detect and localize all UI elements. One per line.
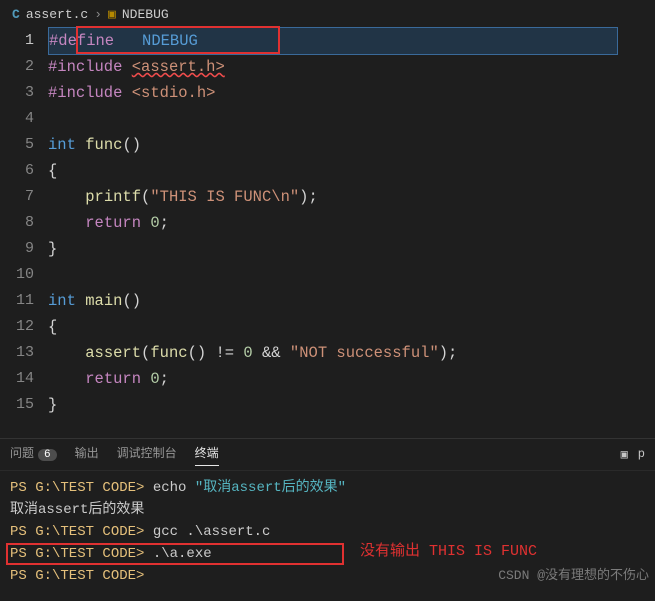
breadcrumb-symbol[interactable]: NDEBUG [122, 7, 169, 22]
code-line: { [48, 314, 655, 340]
chevron-right-icon: › [94, 7, 102, 22]
code-line: } [48, 236, 655, 262]
panel-tabs: 问题6 输出 调试控制台 终端 ▣ p [0, 439, 655, 471]
code-line: #define NDEBUG [48, 27, 618, 55]
watermark: CSDN @没有理想的不伤心 [498, 565, 649, 587]
line-gutter: 1 2 3 4 5 6 7 8 9 10 11 12 13 14 15 [0, 28, 48, 418]
tab-output[interactable]: 输出 [75, 444, 99, 465]
breadcrumb[interactable]: C assert.c › ▣ NDEBUG [0, 0, 655, 28]
tab-terminal[interactable]: 终端 [195, 444, 219, 466]
code-line: return 0; [48, 210, 655, 236]
code-line: } [48, 392, 655, 418]
code-line: int main() [48, 288, 655, 314]
terminal[interactable]: PS G:\TEST CODE> echo "取消assert后的效果" 取消a… [0, 471, 655, 589]
problems-badge: 6 [38, 449, 57, 461]
terminal-label: p [638, 447, 645, 462]
breadcrumb-file[interactable]: assert.c [26, 7, 88, 22]
code-line [48, 262, 655, 288]
code-line: return 0; [48, 366, 655, 392]
terminal-line: PS G:\TEST CODE> gcc .\assert.c [10, 521, 645, 543]
terminal-select-icon[interactable]: ▣ [621, 447, 628, 462]
annotation-text: 没有输出 THIS IS FUNC [360, 541, 537, 563]
bottom-panel: 问题6 输出 调试控制台 终端 ▣ p PS G:\TEST CODE> ech… [0, 438, 655, 601]
code-line: { [48, 158, 655, 184]
terminal-line: PS G:\TEST CODE> .\a.exe [10, 543, 645, 565]
code-line: #include <stdio.h> [48, 80, 655, 106]
terminal-line: 取消assert后的效果 [10, 499, 645, 521]
code-line: #include <assert.h> [48, 54, 655, 80]
code-area[interactable]: #define NDEBUG #include <assert.h> #incl… [48, 28, 655, 418]
terminal-line: PS G:\TEST CODE> echo "取消assert后的效果" [10, 477, 645, 499]
code-line: assert(func() != 0 && "NOT successful"); [48, 340, 655, 366]
symbol-icon: ▣ [108, 7, 116, 22]
code-editor[interactable]: 1 2 3 4 5 6 7 8 9 10 11 12 13 14 15 #def… [0, 28, 655, 418]
code-line [48, 106, 655, 132]
c-file-icon: C [12, 7, 20, 22]
code-line: printf("THIS IS FUNC\n"); [48, 184, 655, 210]
code-line: int func() [48, 132, 655, 158]
tab-problems[interactable]: 问题6 [10, 444, 57, 465]
tab-debug-console[interactable]: 调试控制台 [117, 444, 177, 465]
